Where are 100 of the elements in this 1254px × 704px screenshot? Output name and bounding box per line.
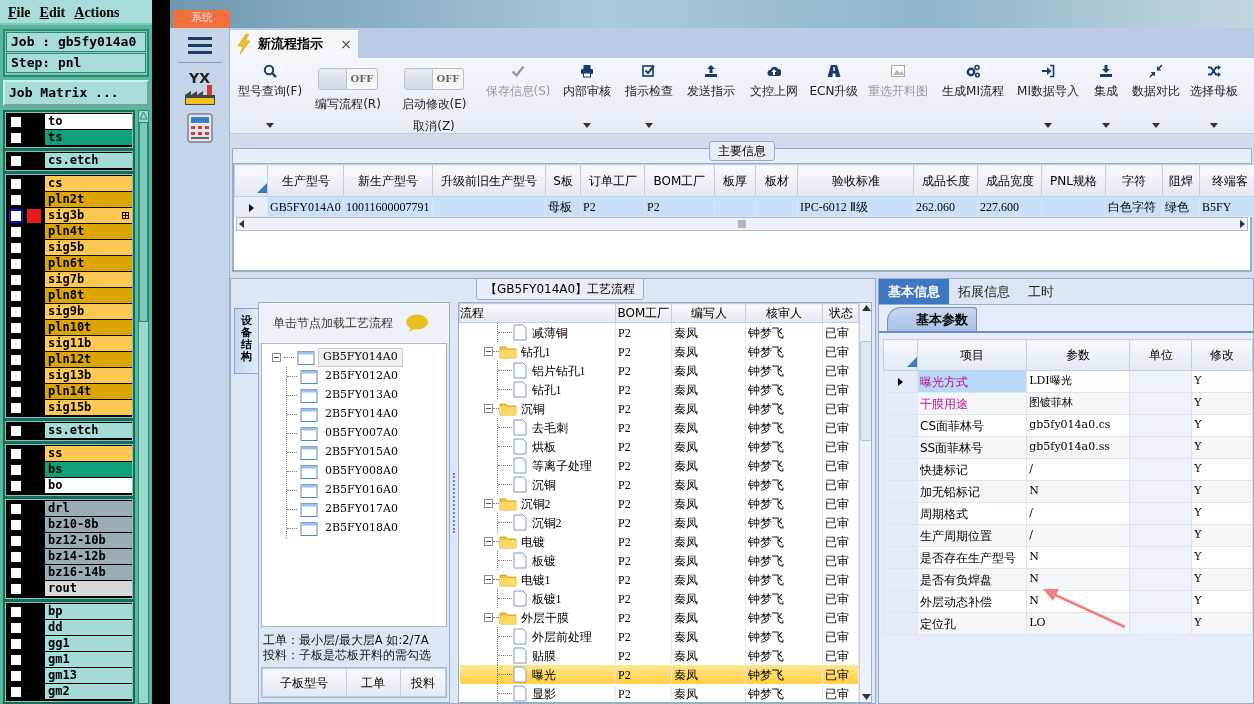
layer-checkbox[interactable] xyxy=(9,636,23,651)
layer-checkbox[interactable] xyxy=(9,517,23,532)
column-header[interactable]: 板厚 xyxy=(714,164,756,197)
tree-node-label[interactable]: 烘板 xyxy=(531,437,556,456)
tree-node-label[interactable]: 沉铜 xyxy=(520,399,545,418)
collapse-icon[interactable] xyxy=(483,613,493,622)
scroll-up-icon[interactable] xyxy=(861,305,871,311)
tree-node-label[interactable]: 外层前处理 xyxy=(531,627,592,646)
toggle-switch[interactable]: OFF xyxy=(404,68,464,90)
scrollbar[interactable] xyxy=(138,109,149,704)
layer-checkbox[interactable] xyxy=(9,130,23,145)
collapse-icon[interactable] xyxy=(483,537,493,546)
layer-checkbox[interactable] xyxy=(9,352,23,367)
tree-node-label[interactable]: 贴膜 xyxy=(531,646,556,665)
tree-node[interactable]: 0B5FY007A0 xyxy=(321,425,402,442)
side-tab[interactable]: 设备结构 xyxy=(234,308,258,375)
layer-name[interactable]: bs xyxy=(45,462,132,477)
toolbar-button[interactable]: ECN升级 xyxy=(809,64,859,132)
layer-checkbox[interactable] xyxy=(9,192,23,207)
layer-name[interactable]: cs xyxy=(45,176,132,191)
layer-checkbox[interactable] xyxy=(9,153,23,168)
layer-name[interactable]: sig9b xyxy=(45,304,132,319)
column-header[interactable]: PNL规格 xyxy=(1041,164,1106,197)
horizontal-scrollbar[interactable] xyxy=(236,217,1248,231)
layer-name[interactable]: sig7b xyxy=(45,272,132,287)
tree-node-label[interactable]: 显影 xyxy=(531,684,556,702)
toolbar-button[interactable]: 集成 xyxy=(1094,64,1118,132)
layer-checkbox[interactable] xyxy=(9,423,23,438)
layer-checkbox[interactable] xyxy=(9,462,23,477)
tree-node[interactable]: 2B5FY014A0 xyxy=(321,406,402,423)
tree-node[interactable]: 2B5FY016A0 xyxy=(321,482,402,499)
layer-checkbox[interactable] xyxy=(9,478,23,493)
toolbar-button[interactable]: 发送指示 xyxy=(687,64,735,132)
row-header[interactable] xyxy=(883,370,918,393)
column-header[interactable]: 投料 xyxy=(400,668,446,697)
toolbar-button[interactable]: 选择母板 xyxy=(1190,64,1238,132)
layer-checkbox[interactable] xyxy=(9,565,23,580)
layer-name[interactable]: pln2t xyxy=(45,192,132,207)
menu-item[interactable]: Actions xyxy=(74,2,120,21)
layer-name[interactable]: sig11b xyxy=(45,336,132,351)
layer-checkbox[interactable] xyxy=(9,224,23,239)
tree-node[interactable]: 2B5FY018A0 xyxy=(321,520,402,537)
column-header[interactable]: 升级前旧生产型号 xyxy=(432,164,546,197)
layer-checkbox[interactable] xyxy=(9,304,23,319)
column-header[interactable]: 字符 xyxy=(1105,164,1163,197)
layer-checkbox[interactable] xyxy=(9,620,23,635)
layer-name[interactable]: ss.etch xyxy=(45,423,132,438)
layer-checkbox[interactable] xyxy=(9,256,23,271)
layer-name[interactable]: to xyxy=(45,114,132,129)
layer-checkbox[interactable] xyxy=(9,272,23,287)
layer-name[interactable]: bz12-10b xyxy=(45,533,132,548)
layer-name[interactable]: bp xyxy=(45,604,132,619)
scroll-down-icon[interactable] xyxy=(861,694,871,700)
layer-checkbox[interactable] xyxy=(9,668,23,683)
tree-node-label[interactable]: 板镀 xyxy=(531,551,556,570)
layer-name[interactable]: bz16-14b xyxy=(45,565,132,580)
toolbar-button[interactable]: 指示检查 xyxy=(625,64,673,132)
layer-checkbox[interactable] xyxy=(9,320,23,335)
job-matrix-button[interactable]: Job Matrix ... xyxy=(3,80,149,106)
tree-node-label[interactable]: 铝片钻孔1 xyxy=(531,361,586,380)
layer-name[interactable]: dd xyxy=(45,620,132,635)
tree-node[interactable]: 2B5FY015A0 xyxy=(321,444,402,461)
collapse-icon[interactable] xyxy=(483,347,493,356)
column-header[interactable]: 项目 xyxy=(917,339,1027,371)
tree-node[interactable]: 0B5FY008A0 xyxy=(321,463,402,480)
column-header[interactable]: 验收标准 xyxy=(797,164,914,197)
tab[interactable]: 拓展信息 xyxy=(949,279,1019,304)
column-header[interactable]: 子板型号 xyxy=(262,668,347,697)
collapse-icon[interactable] xyxy=(483,499,493,508)
layer-name[interactable]: bz14-12b xyxy=(45,549,132,564)
document-tab[interactable]: 新流程指示 × xyxy=(230,30,358,58)
tree-node-label[interactable]: 钻孔1 xyxy=(531,380,562,399)
layer-checkbox[interactable] xyxy=(9,501,23,516)
layer-checkbox[interactable] xyxy=(9,114,23,129)
column-header[interactable]: 参数 xyxy=(1026,339,1130,371)
toolbar-button[interactable]: 型号查询(F) xyxy=(237,64,303,132)
toggle-switch[interactable]: OFF xyxy=(318,68,378,90)
layer-checkbox[interactable] xyxy=(9,288,23,303)
layer-checkbox[interactable] xyxy=(9,549,23,564)
layer-checkbox[interactable] xyxy=(9,446,23,461)
column-header[interactable]: 生产型号 xyxy=(267,164,344,197)
layer-name[interactable]: gm2 xyxy=(45,684,132,699)
tree-node-label[interactable]: 沉铜 xyxy=(531,475,556,494)
layer-name[interactable]: sig5b xyxy=(45,240,132,255)
tree-node-label[interactable]: 去毛刺 xyxy=(531,418,568,437)
column-header[interactable]: BOM工厂 xyxy=(615,303,672,323)
column-header[interactable]: 新生产型号 xyxy=(343,164,433,197)
tree-node[interactable]: 2B5FY012A0 xyxy=(321,368,402,385)
layer-name[interactable]: bz10-8b xyxy=(45,517,132,532)
tree-node[interactable]: 2B5FY017A0 xyxy=(321,501,402,518)
toolbar-button[interactable]: 内部审核 xyxy=(563,64,611,132)
layer-name[interactable]: sig3b xyxy=(45,208,132,223)
sub-tab[interactable]: 基本参数 xyxy=(887,306,977,331)
layer-checkbox[interactable] xyxy=(9,384,23,399)
tree-node-label[interactable]: 沉铜2 xyxy=(520,494,551,513)
tree-node-label[interactable]: 电镀1 xyxy=(520,570,551,589)
column-header[interactable]: 状态 xyxy=(822,303,859,323)
layer-name[interactable]: pln14t xyxy=(45,384,132,399)
column-header[interactable]: 成品宽度 xyxy=(977,164,1042,197)
tree-node-label[interactable]: 等离子处理 xyxy=(531,456,592,475)
